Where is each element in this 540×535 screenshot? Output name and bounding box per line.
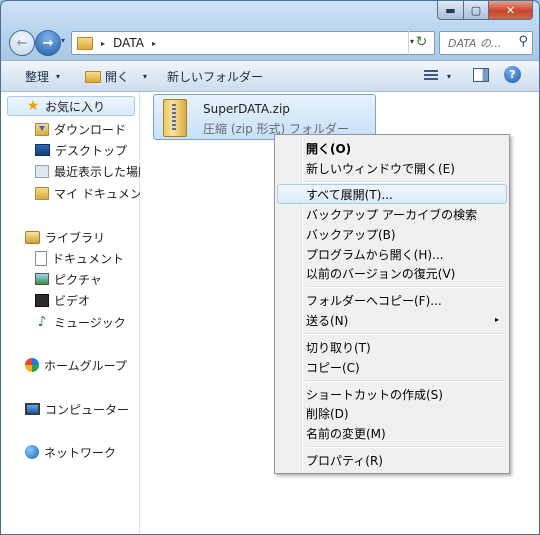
zip-folder-icon [163, 99, 187, 137]
back-button[interactable]: ← [9, 30, 35, 56]
sidebar-item-label: 最近表示した場所 [54, 164, 151, 179]
menu-item-label: 送る(N) [306, 313, 349, 328]
forward-button[interactable]: → [35, 30, 61, 56]
refresh-button[interactable]: ↻ [408, 31, 434, 53]
menu-item-copy[interactable]: コピー(C) [277, 357, 507, 377]
sidebar-item-label: お気に入り [45, 99, 106, 114]
sidebar-item-pictures[interactable]: ピクチャ [35, 269, 102, 289]
menu-item-rename[interactable]: 名前の変更(M) [277, 423, 507, 443]
menu-item-properties[interactable]: プロパティ(R) [277, 450, 507, 470]
breadcrumb-separator[interactable]: ▸ [101, 39, 105, 48]
menu-item-open-with[interactable]: プログラムから開く(H)... [277, 244, 507, 264]
sidebar-item-downloads[interactable]: ダウンロード [35, 119, 126, 139]
homegroup-icon [25, 358, 39, 372]
folder-icon [77, 36, 93, 50]
downloads-folder-icon [35, 122, 49, 136]
menu-item-delete[interactable]: 削除(D) [277, 403, 507, 423]
sidebar-item-label: マイ ドキュメント [54, 186, 154, 201]
menu-item-search-backup-archive[interactable]: バックアップ アーカイブの検索 [277, 204, 507, 224]
sidebar-item-computer[interactable]: コンピューター [25, 399, 129, 419]
sidebar-item-recent-places[interactable]: 最近表示した場所 [35, 161, 150, 181]
breadcrumb-data[interactable]: DATA [113, 36, 144, 50]
folder-icon [85, 70, 101, 83]
menu-item-send-to[interactable]: 送る(N) ▸ [277, 310, 507, 330]
open-label: 開く [105, 70, 130, 84]
submenu-arrow-icon: ▸ [494, 315, 499, 324]
view-options-icon[interactable] [424, 68, 438, 82]
search-placeholder: DATA の... [448, 37, 502, 50]
menu-item-backup[interactable]: バックアップ(B) [277, 224, 507, 244]
computer-icon [25, 403, 40, 415]
navigation-bar: ← → ▾ ▸ DATA ▸ ▾ ↻ DATA の... ⚲ [1, 27, 539, 59]
menu-item-copy-to-folder[interactable]: フォルダーへコピー(F)... [277, 290, 507, 310]
desktop-icon [35, 144, 50, 156]
menu-item-extract-all[interactable]: すべて展開(T)... [277, 184, 507, 204]
menu-item-create-shortcut[interactable]: ショートカットの作成(S) [277, 384, 507, 404]
sidebar-item-label: ピクチャ [54, 272, 102, 287]
sidebar-item-label: ネットワーク [44, 445, 117, 460]
menu-item-cut[interactable]: 切り取り(T) [277, 337, 507, 357]
network-icon [25, 445, 39, 459]
open-button[interactable]: 開く ▾ [85, 68, 147, 85]
sidebar-item-favorites[interactable]: ★ お気に入り [7, 96, 135, 116]
sidebar-item-videos[interactable]: ビデオ [35, 290, 90, 310]
sidebar-item-desktop[interactable]: デスクトップ [35, 140, 127, 160]
document-icon [35, 250, 47, 266]
preview-pane-icon[interactable] [473, 68, 489, 82]
menu-separator [305, 446, 505, 448]
sidebar-item-network[interactable]: ネットワーク [25, 442, 116, 462]
video-icon [35, 293, 49, 307]
library-icon [25, 230, 40, 244]
menu-item-open-new-window[interactable]: 新しいウィンドウで開く(E) [277, 158, 507, 178]
menu-separator [305, 380, 505, 382]
folder-icon [35, 186, 49, 200]
menu-separator [305, 181, 505, 183]
sidebar-item-libraries[interactable]: ライブラリ [25, 227, 105, 247]
explorer-window: ▬ ▢ ✕ ← → ▾ ▸ DATA ▸ ▾ ↻ DATA の... ⚲ 整理 … [0, 0, 540, 535]
address-bar[interactable]: ▸ DATA ▸ ▾ [71, 31, 435, 55]
menu-item-restore-previous-versions[interactable]: 以前のバージョンの復元(V) [277, 263, 507, 283]
music-note-icon: ♪ [37, 314, 47, 330]
sidebar-item-label: ホームグループ [44, 358, 127, 373]
sidebar-item-label: ミュージック [54, 315, 126, 330]
menu-separator [305, 333, 505, 335]
breadcrumb-separator[interactable]: ▸ [152, 39, 156, 48]
caption-buttons: ▬ ▢ ✕ [437, 1, 533, 20]
sidebar-item-label: ダウンロード [54, 122, 127, 137]
menu-item-open[interactable]: 開く(O) [277, 138, 507, 158]
chevron-down-icon: ▾ [56, 72, 61, 81]
sidebar-item-label: ビデオ [54, 293, 91, 308]
sidebar-item-label: ライブラリ [45, 230, 106, 245]
search-input[interactable]: DATA の... ⚲ [439, 31, 533, 55]
minimize-button[interactable]: ▬ [437, 1, 464, 20]
sidebar-item-my-documents[interactable]: マイ ドキュメント [35, 183, 154, 203]
organize-button[interactable]: 整理 ▾ [25, 68, 60, 85]
recent-places-icon [35, 164, 49, 178]
menu-separator [305, 286, 505, 288]
sidebar-item-music[interactable]: ♪ ミュージック [35, 312, 126, 332]
sidebar-item-label: コンピューター [45, 402, 130, 417]
chevron-down-icon[interactable]: ▾ [447, 72, 451, 81]
navigation-pane: ★ お気に入り ダウンロード デスクトップ 最近表示した場所 マイ ドキュメント… [1, 92, 154, 534]
star-icon: ★ [26, 98, 40, 114]
maximize-button[interactable]: ▢ [464, 1, 489, 20]
command-bar: 整理 ▾ 開く ▾ 新しいフォルダー ▾ ? [1, 60, 539, 92]
pictures-icon [35, 273, 49, 285]
file-name: SuperDATA.zip [203, 102, 290, 116]
sidebar-item-label: デスクトップ [55, 143, 128, 158]
new-folder-button[interactable]: 新しいフォルダー [167, 68, 263, 85]
recent-pages-dropdown[interactable]: ▾ [61, 36, 65, 45]
sidebar-item-documents[interactable]: ドキュメント [35, 248, 124, 268]
search-icon[interactable]: ⚲ [518, 34, 528, 49]
help-icon[interactable]: ? [504, 66, 521, 83]
context-menu: 開く(O) 新しいウィンドウで開く(E) すべて展開(T)... バックアップ … [274, 134, 510, 474]
sidebar-item-homegroup[interactable]: ホームグループ [25, 355, 127, 375]
chevron-down-icon: ▾ [143, 72, 148, 81]
organize-label: 整理 [25, 70, 50, 84]
new-folder-label: 新しいフォルダー [167, 70, 264, 84]
sidebar-item-label: ドキュメント [52, 251, 125, 266]
close-button[interactable]: ✕ [489, 1, 533, 20]
